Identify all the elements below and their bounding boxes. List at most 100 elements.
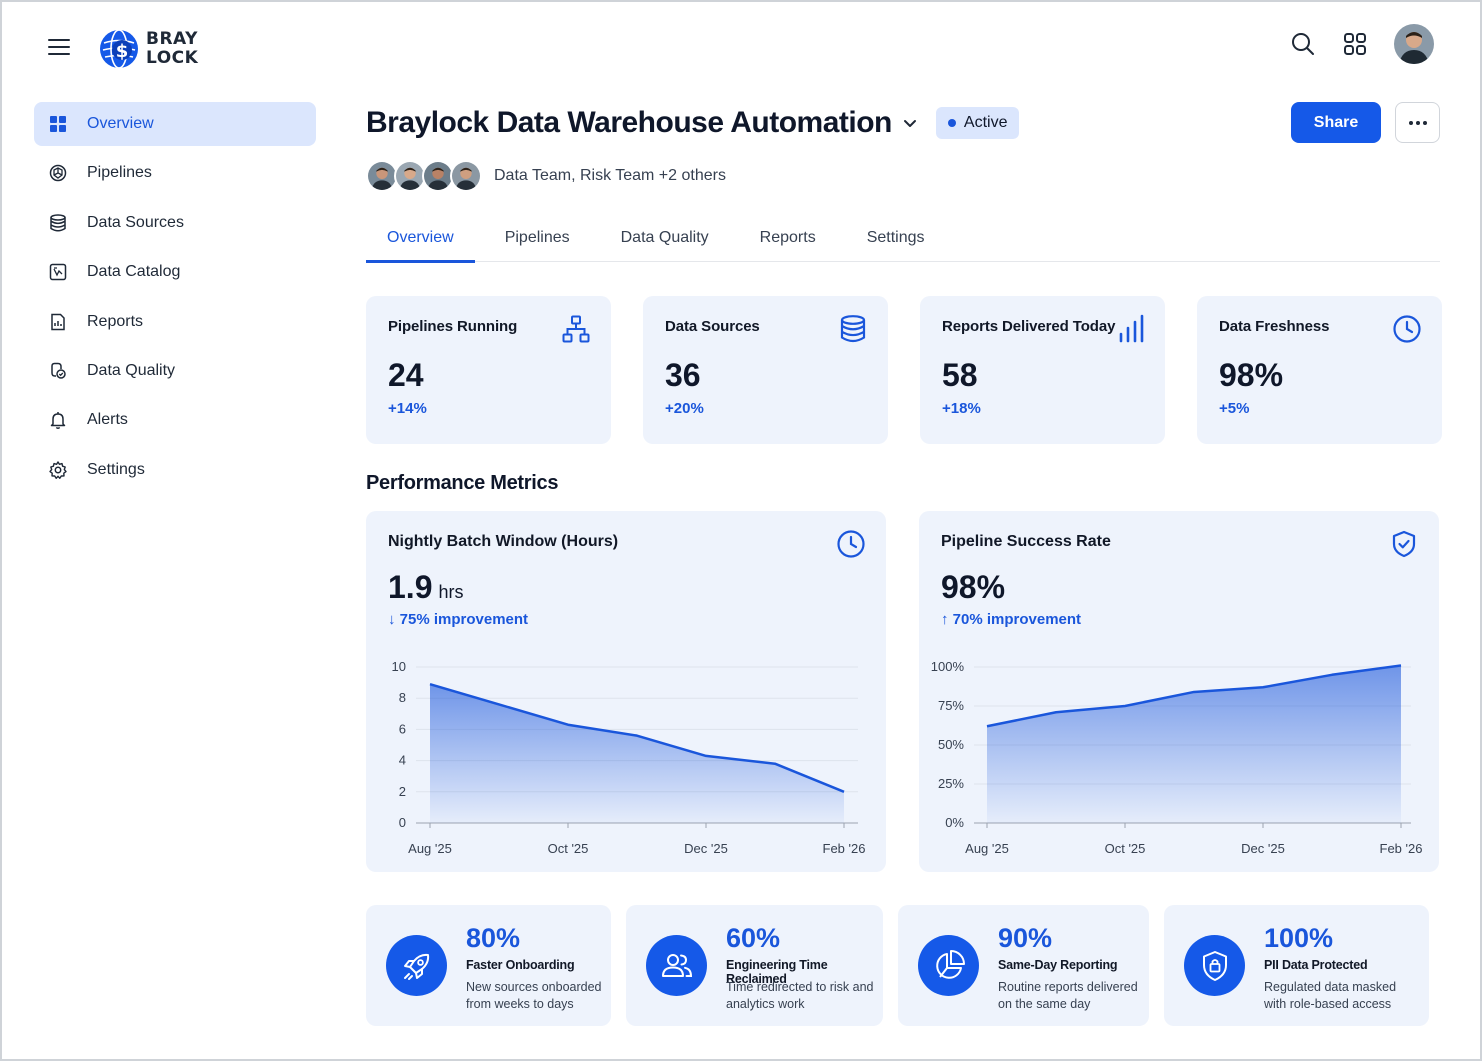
bell-icon [48,410,68,430]
catalog-icon [48,262,68,282]
chevron-down-icon[interactable] [902,115,918,131]
y-tick-label: 4 [399,753,406,768]
apps-grid-icon[interactable] [1342,31,1368,57]
kpi-delta: +5% [1219,400,1250,417]
kpi-value: 58 [942,357,978,393]
y-tick-label: 2 [399,784,406,799]
sidebar-item-data-catalog[interactable]: Data Catalog [34,250,316,294]
sidebar-item-reports[interactable]: Reports [34,300,316,344]
kpi-value: 24 [388,357,424,393]
outcome-description: Routine reports delivered on the same da… [998,980,1138,1011]
outcome-description: Regulated data masked with role-based ac… [1264,980,1397,1011]
x-tick-label: Feb '26 [1380,841,1423,856]
more-options-button[interactable] [1395,102,1440,143]
success-rate-delta: ↑ 70% improvement [941,611,1082,628]
batch-window-card: Nightly Batch Window (Hours) 1.9 hrs ↓ 75… [366,511,886,872]
outcomes-row: 80% Faster Onboarding New sources onboarde… [366,905,1429,1026]
kpi-card[interactable]: Data Freshness 98% +5% [1197,296,1442,444]
sidebar-item-label: Pipelines [87,164,152,182]
batch-window-value-row: 1.9 hrs [388,569,464,606]
quality-icon [48,361,68,381]
hamburger-menu-icon[interactable] [48,39,70,57]
users-icon [646,935,707,996]
sidebar-item-label: Settings [87,460,145,478]
sidebar-item-data-quality[interactable]: Data Quality [34,349,316,393]
rocket-icon [386,935,447,996]
clock-icon [1392,314,1422,344]
tab-data-quality[interactable]: Data Quality [600,214,730,262]
outcome-description: New sources onboarded from weeks to days [466,980,602,1011]
outcome-title: PII Data Protected [1264,958,1368,972]
app-frame: $ BRAY LOCK Overview Pipelines Data Sour… [0,0,1482,1061]
outcome-card-engineering-time-reclaimed: 60% Engineering Time Reclaimed Time redire… [626,905,883,1026]
x-tick-label: Aug '25 [408,841,452,856]
brand-line-1: BRAY [146,29,198,49]
kpi-card[interactable]: Pipelines Running 24 +14% [366,296,611,444]
series-area [987,665,1401,823]
outcome-percent: 100% [1264,923,1334,953]
outcome-percent: 60% [726,923,781,953]
globe-dollar-icon: $ [100,29,138,69]
sidebar-item-overview[interactable]: Overview [34,102,316,146]
sidebar: Overview Pipelines Data Sources Data Catalo… [34,102,316,497]
sidebar-item-settings[interactable]: Settings [34,448,316,492]
status-label: Active [963,114,1008,131]
batch-window-value: 1.9 [388,569,433,605]
outcome-percent: 90% [998,923,1053,953]
y-tick-label: 8 [399,690,406,705]
sidebar-item-label: Alerts [87,411,128,429]
bar-chart-icon [1115,314,1145,344]
shield-check-icon [1392,530,1416,558]
kpi-delta: +20% [665,400,704,417]
section-title: Performance Metrics [366,472,559,494]
tab-overview[interactable]: Overview [366,214,475,263]
grid-icon [48,114,68,134]
kpi-row: Pipelines Running 24 +14% Data Sources 36 +20… [366,296,1442,444]
sidebar-item-label: Data Quality [87,361,176,379]
outcome-title: Faster Onboarding [466,958,575,972]
batch-window-delta: ↓ 75% improvement [388,611,529,628]
database-icon [48,213,68,233]
outcome-card-same-day-reporting: 90% Same-Day Reporting Routine reports del… [898,905,1149,1026]
team-avatars[interactable] [366,160,482,192]
search-icon[interactable] [1290,31,1316,57]
y-tick-label: 100% [931,659,965,674]
y-tick-label: 6 [399,721,406,736]
kpi-value: 36 [665,357,701,393]
success-rate-value: 98% [941,569,1006,605]
x-tick-label: Aug '25 [965,841,1009,856]
batch-window-title: Nightly Batch Window (Hours) [388,533,619,550]
database-icon [838,314,868,344]
status-badge: Active [935,107,1020,139]
brand-logo[interactable]: $ BRAY LOCK [98,28,198,70]
sidebar-item-pipelines[interactable]: Pipelines [34,151,316,195]
shield-lock-icon [1184,935,1245,996]
x-tick-label: Feb '26 [823,841,866,856]
sidebar-item-data-sources[interactable]: Data Sources [34,201,316,245]
share-button[interactable]: Share [1291,102,1381,143]
y-tick-label: 0% [945,815,964,830]
more-horizontal-icon [1408,120,1427,125]
pipeline-icon [48,163,68,183]
sidebar-item-label: Data Sources [87,213,184,231]
y-tick-label: 75% [938,698,964,713]
page-title: Braylock Data Warehouse Automation [366,106,892,139]
x-tick-label: Oct '25 [548,841,589,856]
user-avatar[interactable] [1394,24,1434,64]
tab-settings[interactable]: Settings [846,214,946,262]
sidebar-item-label: Overview [87,115,154,132]
tab-pipelines[interactable]: Pipelines [484,214,591,262]
outcome-title: Same-Day Reporting [998,958,1118,972]
hierarchy-icon [561,314,591,344]
team-members-text[interactable]: Data Team, Risk Team +2 others [494,167,726,185]
kpi-card[interactable]: Data Sources 36 +20% [643,296,888,444]
success-rate-card: Pipeline Success Rate 98% ↑ 70% improvem… [919,511,1439,872]
brand-wordmark: BRAY LOCK [146,30,198,68]
sidebar-item-alerts[interactable]: Alerts [34,398,316,442]
tab-reports[interactable]: Reports [739,214,837,262]
top-actions [1290,24,1434,64]
kpi-card[interactable]: Reports Delivered Today 58 +18% [920,296,1165,444]
clock-icon [837,530,865,558]
x-tick-label: Oct '25 [1105,841,1146,856]
y-tick-label: 50% [938,737,964,752]
